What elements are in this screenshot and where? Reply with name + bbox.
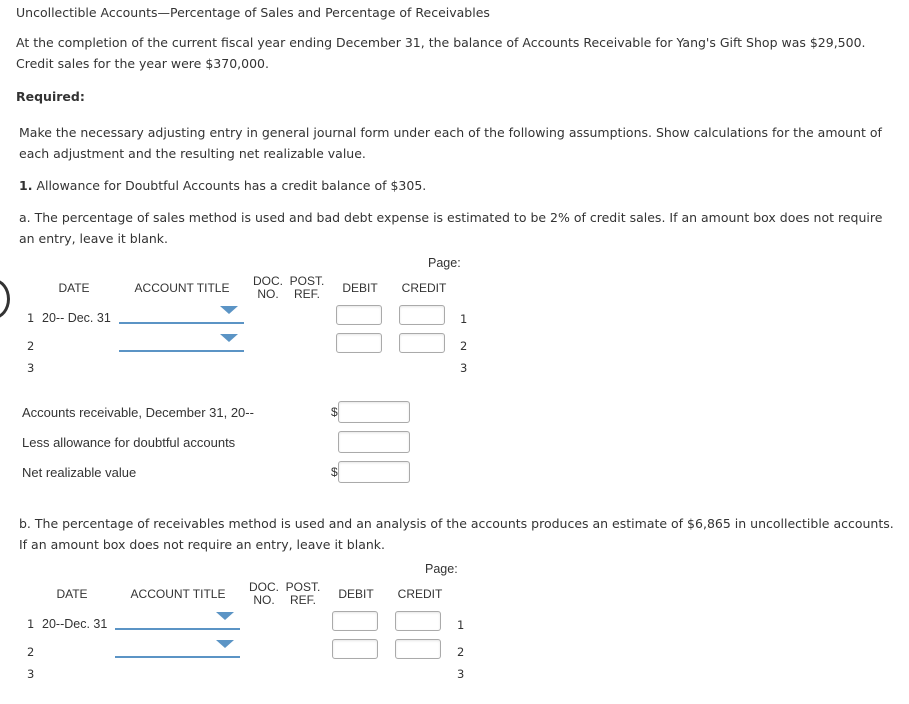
- dropdown-arrow-icon: [216, 612, 234, 620]
- header-doc-line2: NO.: [253, 593, 275, 607]
- dropdown-arrow-icon: [216, 640, 234, 648]
- allowance-input[interactable]: [338, 431, 410, 453]
- circle-marker-icon: [0, 279, 10, 319]
- header-post-line2: REF.: [289, 593, 316, 607]
- problem-intro: At the completion of the current fiscal …: [16, 35, 866, 71]
- header-doc-line2: NO.: [257, 287, 279, 301]
- account-title-select[interactable]: [119, 332, 244, 352]
- row-number-right: 2: [460, 339, 468, 353]
- header-account-title: ACCOUNT TITLE: [130, 587, 226, 601]
- header-date: DATE: [56, 587, 88, 601]
- nrv-label: Accounts receivable, December 31, 20--: [22, 405, 254, 420]
- header-credit: CREDIT: [397, 587, 443, 601]
- question-1-text: Allowance for Doubtful Accounts has a cr…: [36, 178, 427, 193]
- header-debit: DEBIT: [338, 587, 374, 601]
- nrv-label: Net realizable value: [22, 465, 137, 480]
- question-1: 1. Allowance for Doubtful Accounts has a…: [19, 175, 426, 196]
- header-account-title: ACCOUNT TITLE: [134, 281, 230, 295]
- row-date: 20--Dec. 31: [42, 617, 108, 631]
- required-label: Required:: [16, 89, 85, 104]
- row-number-right: 2: [457, 645, 465, 659]
- debit-input[interactable]: [332, 611, 378, 631]
- debit-input[interactable]: [336, 333, 382, 353]
- header-post-line2: REF.: [293, 287, 320, 301]
- row-number-right: 1: [457, 618, 465, 632]
- currency-symbol: $: [331, 405, 338, 419]
- problem-title: Uncollectible Accounts—Percentage of Sal…: [16, 5, 490, 20]
- header-doc-no: DOC. NO.: [253, 275, 283, 301]
- dropdown-arrow-icon: [220, 306, 238, 314]
- nrv-label: Less allowance for doubtful accounts: [22, 435, 236, 450]
- page-label: Page:: [428, 256, 461, 270]
- dropdown-arrow-icon: [220, 334, 238, 342]
- debit-input[interactable]: [336, 305, 382, 325]
- account-title-select[interactable]: [115, 638, 240, 658]
- header-post-ref: POST. REF.: [285, 581, 321, 607]
- part-a-text: a. The percentage of sales method is use…: [19, 210, 883, 246]
- row-number-left: 2: [27, 645, 35, 659]
- account-title-select[interactable]: [119, 304, 244, 324]
- accounts-receivable-input[interactable]: [338, 401, 410, 423]
- debit-input[interactable]: [332, 639, 378, 659]
- row-date: 20-- Dec. 31: [42, 311, 111, 325]
- currency-symbol: $: [331, 465, 338, 479]
- header-date: DATE: [58, 281, 90, 295]
- account-title-select[interactable]: [115, 610, 240, 630]
- row-number-left: 1: [27, 617, 35, 631]
- header-debit: DEBIT: [342, 281, 378, 295]
- row-number-left: 3: [27, 667, 35, 681]
- credit-input[interactable]: [395, 611, 441, 631]
- credit-input[interactable]: [399, 305, 445, 325]
- header-doc-no: DOC. NO.: [249, 581, 279, 607]
- question-1-number: 1.: [19, 178, 33, 193]
- row-number-right: 1: [460, 312, 468, 326]
- row-number-left: 1: [27, 311, 35, 325]
- credit-input[interactable]: [395, 639, 441, 659]
- row-number-left: 2: [27, 339, 35, 353]
- row-number-left: 3: [27, 361, 35, 375]
- page-label: Page:: [425, 562, 458, 576]
- header-credit: CREDIT: [401, 281, 447, 295]
- part-b-text: b. The percentage of receivables method …: [19, 516, 894, 552]
- row-number-right: 3: [460, 361, 468, 375]
- net-realizable-value-input[interactable]: [338, 461, 410, 483]
- instructions: Make the necessary adjusting entry in ge…: [19, 125, 882, 161]
- row-number-right: 3: [457, 667, 465, 681]
- credit-input[interactable]: [399, 333, 445, 353]
- header-post-ref: POST. REF.: [289, 275, 325, 301]
